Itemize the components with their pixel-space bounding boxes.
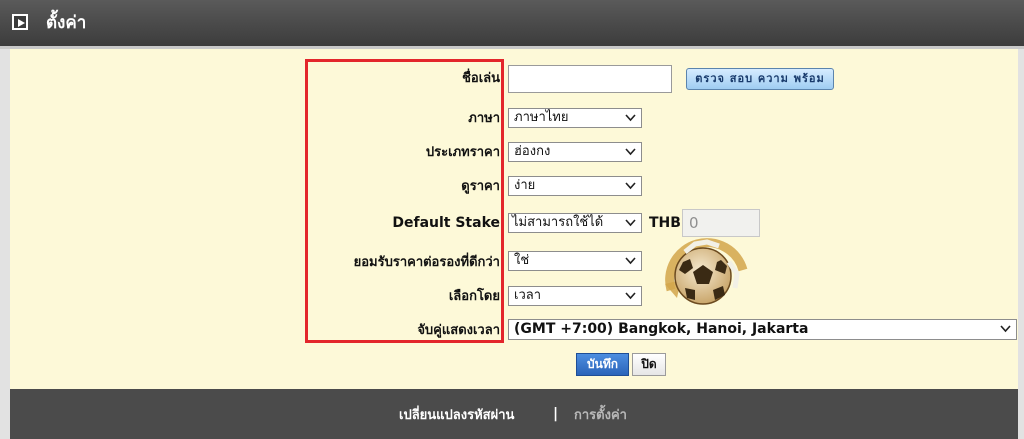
check-availability-button[interactable]: ตรวจ สอบ ความ พร้อม xyxy=(686,68,834,90)
sort-by-label: เลือกโดย xyxy=(448,289,500,304)
odds-type-select[interactable]: ฮ่องกง xyxy=(508,142,642,162)
chevron-down-icon xyxy=(625,114,636,122)
accept-better-odds-select[interactable]: ใช่ xyxy=(508,251,642,271)
save-button[interactable]: บันทึก xyxy=(576,353,629,376)
timezone-label: จับคู่แสดงเวลา xyxy=(417,323,500,338)
page-title: ตั้งค่า xyxy=(46,13,87,33)
settings-header-bar: ตั้งค่า xyxy=(0,0,1024,49)
currency-label: THB xyxy=(649,215,681,231)
timezone-select[interactable]: (GMT +7:00) Bangkok, Hanoi, Jakarta xyxy=(508,319,1017,340)
odds-view-select[interactable]: ง่าย xyxy=(508,176,642,196)
settings-link[interactable]: การตั้งค่า xyxy=(574,407,627,425)
close-button[interactable]: ปิด xyxy=(632,353,666,376)
default-stake-label: Default Stake xyxy=(392,215,500,231)
play-icon xyxy=(12,14,28,30)
default-stake-select-value: ไม่สามารถใช้ได้ xyxy=(512,215,604,230)
odds-view-select-value: ง่าย xyxy=(514,178,536,193)
chevron-down-icon xyxy=(625,257,636,265)
change-password-link[interactable]: เปลี่ยนแปลงรหัสผ่าน xyxy=(399,407,514,425)
odds-type-select-value: ฮ่องกง xyxy=(514,144,551,159)
sort-by-select[interactable]: เวลา xyxy=(508,286,642,306)
accept-better-odds-select-value: ใช่ xyxy=(514,253,530,268)
chevron-down-icon xyxy=(625,148,636,156)
odds-view-label: ดูราคา xyxy=(461,179,500,194)
nickname-label: ชื่อเล่น xyxy=(462,71,500,86)
default-stake-select[interactable]: ไม่สามารถใช้ได้ xyxy=(508,213,642,233)
language-select[interactable]: ภาษาไทย xyxy=(508,108,642,128)
chevron-down-icon xyxy=(625,292,636,300)
timezone-select-value: (GMT +7:00) Bangkok, Hanoi, Jakarta xyxy=(514,321,809,337)
footer-bar: เปลี่ยนแปลงรหัสผ่าน | การตั้งค่า xyxy=(0,389,1024,439)
footer-separator: | xyxy=(553,406,559,422)
language-select-value: ภาษาไทย xyxy=(514,110,569,125)
sort-by-select-value: เวลา xyxy=(514,288,542,303)
chevron-down-icon xyxy=(625,182,636,190)
betboost-logo-watermark xyxy=(665,238,748,305)
nickname-input[interactable] xyxy=(508,65,672,93)
accept-better-odds-label: ยอมรับราคาต่อรองที่ดีกว่า xyxy=(353,255,500,270)
chevron-down-icon xyxy=(1000,325,1011,333)
language-label: ภาษา xyxy=(468,111,500,126)
chevron-down-icon xyxy=(625,219,636,227)
odds-type-label: ประเภทราคา xyxy=(425,145,500,160)
